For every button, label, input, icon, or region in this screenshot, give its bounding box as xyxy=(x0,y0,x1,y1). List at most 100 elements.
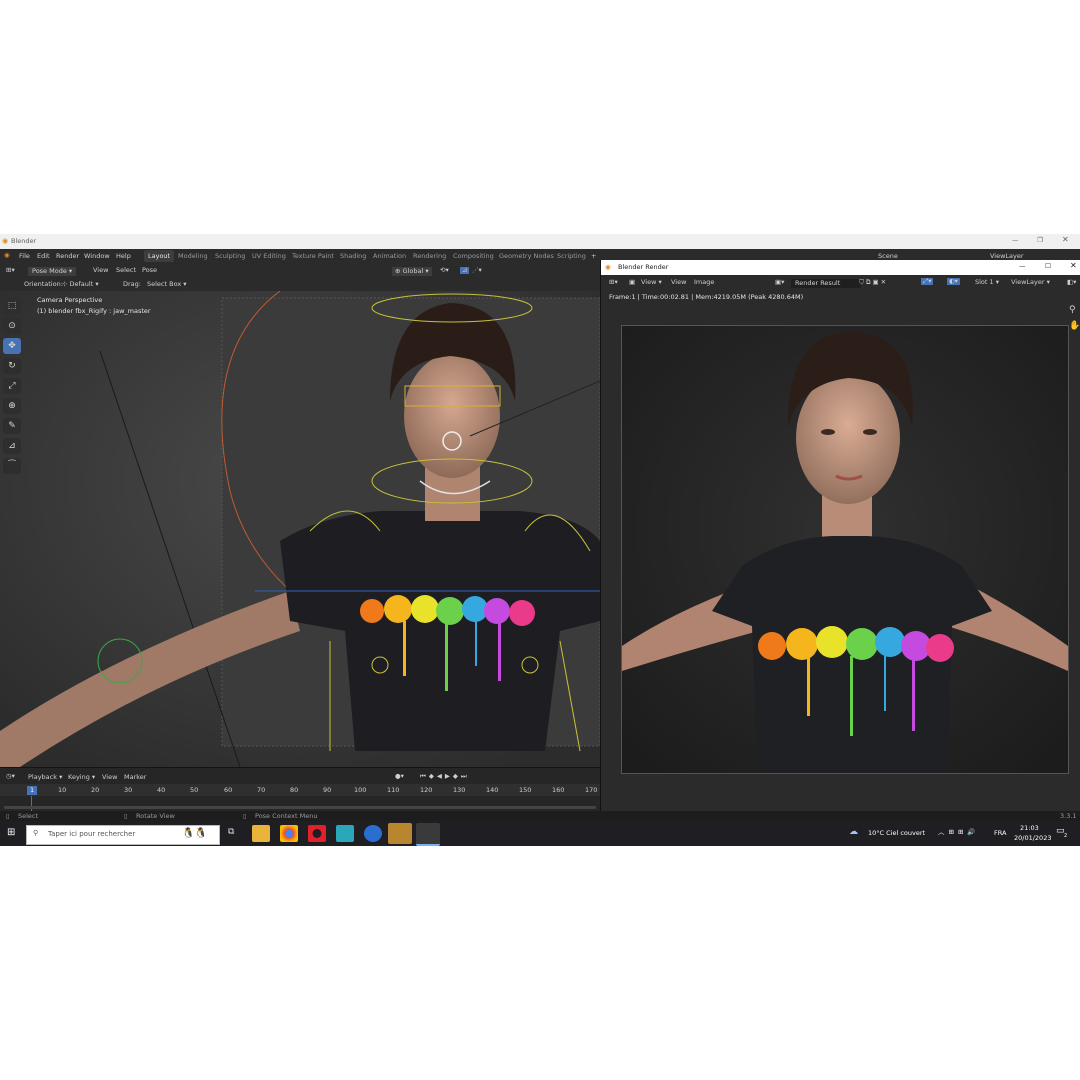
windows-start-icon[interactable]: ⊞ xyxy=(7,828,15,838)
3d-viewport[interactable]: Camera Perspective (1) blender fbx_Rigif… xyxy=(0,291,600,767)
transform-tool-icon[interactable]: ⊕ xyxy=(3,398,21,414)
mouse-middle-icon: ▯ xyxy=(124,812,128,820)
relax-tool-icon[interactable]: ⁀ xyxy=(3,458,21,474)
proportional-icon[interactable]: ⋰▾ xyxy=(472,267,482,274)
record-button[interactable]: ●▾ xyxy=(395,773,404,780)
transform-orientation[interactable]: ⊕ Global ▾ xyxy=(392,267,432,276)
scale-tool-icon[interactable]: ⤢ xyxy=(3,378,21,394)
image-name-field[interactable]: Render Result xyxy=(791,279,861,288)
mouse-left-icon: ▯ xyxy=(6,812,10,820)
zoom-icon[interactable]: ⚲ xyxy=(1069,306,1076,315)
tray-icons[interactable]: ︿⊞⊞🔊 xyxy=(938,829,980,836)
clock-date[interactable]: 20/01/2023 xyxy=(1014,835,1051,842)
maximize-button[interactable]: ❐ xyxy=(1037,237,1043,244)
minimize-button[interactable]: — xyxy=(1012,237,1019,244)
annotate-tool-icon[interactable]: ✎ xyxy=(3,418,21,434)
tab-sculpting[interactable]: Sculpting xyxy=(215,252,245,260)
tab-modeling[interactable]: Modeling xyxy=(178,252,208,260)
blender-taskbar-icon[interactable] xyxy=(416,823,440,846)
sample-tool-icon[interactable]: ⤢▾ xyxy=(921,278,934,285)
file-explorer-icon[interactable] xyxy=(252,825,270,842)
slot-selector[interactable]: Slot 1 ▾ xyxy=(975,279,999,286)
frame-tick: 160 xyxy=(552,786,565,794)
timeline-editor-icon[interactable]: ◷▾ xyxy=(6,773,15,780)
tab-layout[interactable]: Layout xyxy=(144,250,175,262)
move-tool-icon[interactable]: ✥ xyxy=(3,338,21,354)
display-channels-icon[interactable]: ◐▾ xyxy=(947,278,960,285)
close-button[interactable]: ✕ xyxy=(1062,236,1069,244)
tab-scripting[interactable]: Scripting xyxy=(557,252,586,260)
tab-compositing[interactable]: Compositing xyxy=(453,252,494,260)
editor-type-icon[interactable]: ⊞▾ xyxy=(6,267,15,274)
pivot-icon[interactable]: ⟲▾ xyxy=(440,267,449,274)
image-view-mode-icon[interactable]: ▣ xyxy=(629,279,635,286)
select-tool-icon[interactable]: ⬚ xyxy=(3,298,21,314)
render-minimize-button[interactable]: — xyxy=(1019,263,1026,270)
snap-icon[interactable]: ⊿ xyxy=(460,267,470,274)
clock-time[interactable]: 21:03 xyxy=(1020,825,1039,832)
tab-shading[interactable]: Shading xyxy=(340,252,366,260)
tab-texture-paint[interactable]: Texture Paint xyxy=(292,252,334,260)
orientation-dropdown[interactable]: ⊹ Default ▾ xyxy=(62,281,99,288)
menu-file[interactable]: File xyxy=(19,253,30,260)
image-datablock-buttons[interactable]: ⛉⧉▣✕ xyxy=(859,279,888,286)
image-browse-icon[interactable]: ▣▾ xyxy=(775,279,784,286)
rotate-tool-icon[interactable]: ↻ xyxy=(3,358,21,374)
render-window-title: Blender Render xyxy=(618,263,669,271)
render-pass-icon[interactable]: ◧▾ xyxy=(1067,279,1076,286)
tab-animation[interactable]: Animation xyxy=(373,252,406,260)
menu-edit[interactable]: Edit xyxy=(37,253,50,260)
tab-geometry-nodes[interactable]: Geometry Nodes xyxy=(499,252,554,260)
scene-selector[interactable]: Scene xyxy=(878,253,898,260)
frame-tick: 30 xyxy=(124,786,133,794)
frame-tick: 170 xyxy=(585,786,598,794)
tab-uv-editing[interactable]: UV Editing xyxy=(252,252,286,260)
menu-window[interactable]: Window xyxy=(84,253,110,260)
viewport-menu-select[interactable]: Select xyxy=(116,267,136,274)
maya-icon[interactable] xyxy=(336,825,354,842)
playback-controls[interactable]: ⏮◆◀▶◆⏭ xyxy=(420,773,470,780)
render-viewlayer-selector[interactable]: ViewLayer ▾ xyxy=(1011,279,1050,286)
opera-icon[interactable] xyxy=(308,825,326,842)
taskbar-search-input[interactable]: Taper ici pour rechercher xyxy=(48,831,135,838)
chrome-icon[interactable] xyxy=(280,825,298,842)
image-menu-view-2[interactable]: View xyxy=(671,279,686,286)
viewport-menu-view[interactable]: View xyxy=(93,267,108,274)
weather-text[interactable]: 10°C Ciel couvert xyxy=(868,830,925,837)
frame-ruler[interactable]: 1 10 20 30 40 50 60 70 80 90 100 110 120… xyxy=(0,784,600,796)
blender-menu-icon[interactable]: ◉ xyxy=(4,252,10,259)
menu-help[interactable]: Help xyxy=(116,253,131,260)
image-menu-image[interactable]: Image xyxy=(694,279,714,286)
taskbar-search-box[interactable]: ⚲ Taper ici pour rechercher 🐧🐧 xyxy=(26,825,220,845)
frame-tick: 100 xyxy=(354,786,367,794)
task-view-icon[interactable]: ⧉ xyxy=(228,828,234,837)
drag-dropdown[interactable]: Select Box ▾ xyxy=(147,281,187,288)
blender-screen: ◉ Blender — ❐ ✕ ◉ File Edit Render Windo… xyxy=(0,234,1080,846)
timeline-menu-playback[interactable]: Playback ▾ xyxy=(28,774,62,781)
render-image-area[interactable]: ⚲ ✋ xyxy=(601,304,1080,811)
current-frame-indicator[interactable]: 1 xyxy=(27,786,38,795)
render-maximize-button[interactable]: ☐ xyxy=(1045,263,1051,270)
keyboard-language[interactable]: FRA xyxy=(994,830,1006,837)
active-bone-label: (1) blender fbx_Rigify : jaw_master xyxy=(37,307,151,315)
tab-rendering[interactable]: Rendering xyxy=(413,252,446,260)
timeline-scrollbar[interactable] xyxy=(4,806,596,809)
timeline-menu-marker[interactable]: Marker xyxy=(124,774,146,781)
viewlayer-selector[interactable]: ViewLayer xyxy=(990,253,1024,260)
mode-selector[interactable]: Pose Mode ▾ xyxy=(28,267,77,276)
render-close-button[interactable]: ✕ xyxy=(1070,262,1077,270)
viewport-menu-pose[interactable]: Pose xyxy=(142,267,157,274)
image-menu-view-1[interactable]: View ▾ xyxy=(641,279,662,286)
green-app-icon[interactable] xyxy=(388,823,412,844)
add-workspace-button[interactable]: + xyxy=(591,252,596,260)
timeline[interactable]: ◷▾ Playback ▾ Keying ▾ View Marker ●▾ ⏮◆… xyxy=(0,767,600,812)
timeline-menu-keying[interactable]: Keying ▾ xyxy=(68,774,95,781)
menu-render[interactable]: Render xyxy=(56,253,79,260)
pan-hand-icon[interactable]: ✋ xyxy=(1069,322,1080,331)
app-c-icon[interactable] xyxy=(364,825,382,842)
image-editor-type-icon[interactable]: ⊞▾ xyxy=(609,279,618,286)
viewport-header: ⊞▾ Pose Mode ▾ View Select Pose ⊕ Global… xyxy=(0,263,600,277)
timeline-menu-view[interactable]: View xyxy=(102,774,117,781)
cursor-tool-icon[interactable]: ⊙ xyxy=(3,318,21,334)
measure-tool-icon[interactable]: ⊿ xyxy=(3,438,21,454)
